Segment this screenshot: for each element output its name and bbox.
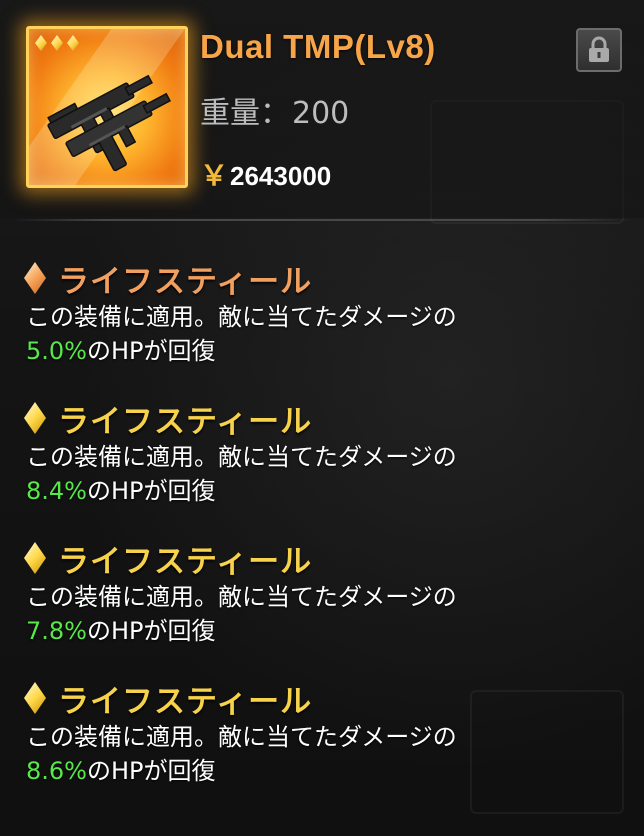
- section-divider: [12, 219, 632, 221]
- effect-desc-line-2: 8.6%のHPが回復: [26, 754, 624, 788]
- item-price: ￥2643000: [200, 154, 331, 194]
- effect-item: ライフスティール この装備に適用。敵に当てたダメージの 8.4%のHPが回復: [24, 396, 624, 536]
- effect-header: ライフスティール: [24, 256, 624, 300]
- item-icon-frame[interactable]: [26, 26, 188, 188]
- effect-percent: 7.8%: [26, 617, 87, 645]
- rarity-gem-icon: [51, 35, 63, 51]
- effect-description: この装備に適用。敵に当てたダメージの 8.4%のHPが回復: [26, 440, 624, 508]
- effect-header: ライフスティール: [24, 396, 624, 440]
- effect-title: ライフスティール: [58, 683, 313, 720]
- effect-header: ライフスティール: [24, 536, 624, 580]
- effect-desc-line-2: 8.4%のHPが回復: [26, 474, 624, 508]
- effect-percent: 5.0%: [26, 337, 87, 365]
- effect-item: ライフスティール この装備に適用。敵に当てたダメージの 8.6%のHPが回復: [24, 676, 624, 816]
- effect-item: ライフスティール この装備に適用。敵に当てたダメージの 5.0%のHPが回復: [24, 256, 624, 396]
- effect-desc-line: この装備に適用。敵に当てたダメージの: [26, 583, 457, 611]
- weight-value: 200: [292, 96, 350, 131]
- effect-desc-suffix: のHPが回復: [86, 617, 216, 645]
- rarity-gem-icon: [67, 35, 79, 51]
- lock-icon: [589, 36, 609, 62]
- rarity-gem-icon: [35, 35, 47, 51]
- effect-desc-line: この装備に適用。敵に当てたダメージの: [26, 303, 457, 331]
- gold-gem-icon: [24, 402, 46, 434]
- effect-title: ライフスティール: [58, 403, 313, 440]
- dual-smg-weapon-icon: [47, 74, 172, 172]
- gold-gem-icon: [24, 682, 46, 714]
- effect-description: この装備に適用。敵に当てたダメージの 5.0%のHPが回復: [26, 300, 624, 368]
- effect-desc-line-2: 5.0%のHPが回復: [26, 334, 624, 368]
- item-name: Dual TMP(Lv8): [200, 28, 436, 65]
- effect-percent: 8.4%: [26, 477, 87, 505]
- effect-desc-line: この装備に適用。敵に当てたダメージの: [26, 443, 457, 471]
- effect-desc-line: この装備に適用。敵に当てたダメージの: [26, 723, 457, 751]
- effect-desc-line-2: 7.8%のHPが回復: [26, 614, 624, 648]
- effect-desc-suffix: のHPが回復: [86, 477, 216, 505]
- effect-description: この装備に適用。敵に当てたダメージの 7.8%のHPが回復: [26, 580, 624, 648]
- currency-symbol: ￥: [200, 160, 229, 191]
- effect-desc-suffix: のHPが回復: [86, 337, 216, 365]
- price-value: 2643000: [230, 161, 332, 191]
- orange-gem-icon: [24, 262, 46, 294]
- effect-description: この装備に適用。敵に当てたダメージの 8.6%のHPが回復: [26, 720, 624, 788]
- effect-list: ライフスティール この装備に適用。敵に当てたダメージの 5.0%のHPが回復 ラ…: [24, 256, 624, 816]
- effect-desc-suffix: のHPが回復: [86, 757, 216, 785]
- weight-label: 重量：: [200, 96, 290, 131]
- gold-gem-icon: [24, 542, 46, 574]
- effect-item: ライフスティール この装備に適用。敵に当てたダメージの 7.8%のHPが回復: [24, 536, 624, 676]
- effect-title: ライフスティール: [58, 543, 313, 580]
- lock-button[interactable]: [576, 28, 622, 72]
- effect-title: ライフスティール: [58, 263, 313, 300]
- effect-header: ライフスティール: [24, 676, 624, 720]
- item-weight: 重量：200: [200, 88, 349, 132]
- effect-percent: 8.6%: [26, 757, 87, 785]
- rarity-stars: [35, 35, 79, 51]
